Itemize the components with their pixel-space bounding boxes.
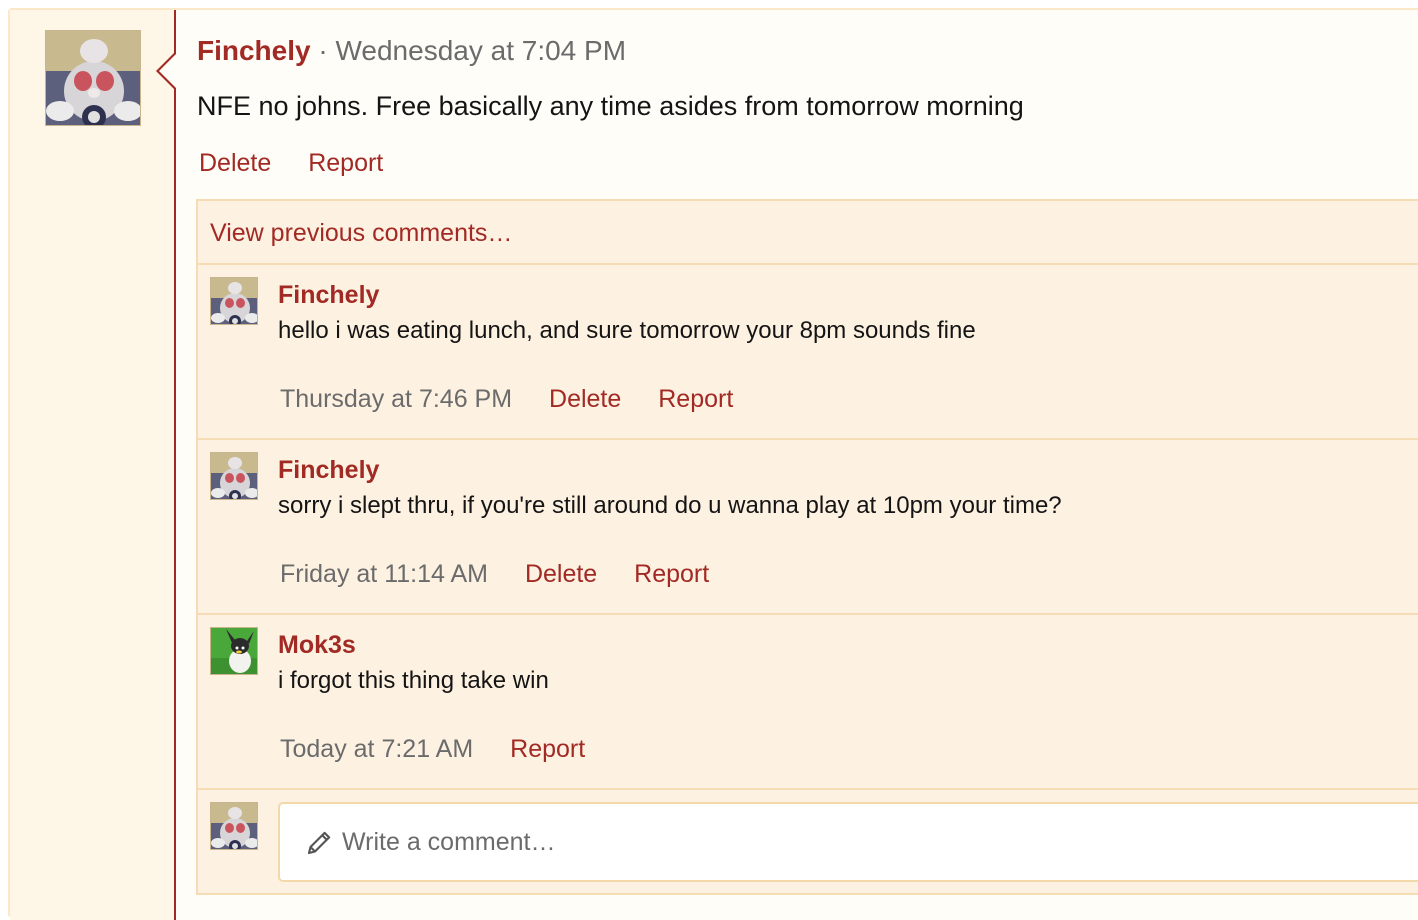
post-report-link[interactable]: Report [308, 149, 383, 177]
comment-item: Mok3s i forgot this thing take win Today… [198, 615, 1418, 790]
comment-author-link[interactable]: Mok3s [278, 629, 356, 661]
comment-delete-link[interactable]: Delete [525, 560, 597, 588]
reply-row: Write a comment… [198, 790, 1418, 895]
comment-avatar[interactable] [210, 627, 258, 675]
comment-item: Finchely hello i was eating lunch, and s… [198, 265, 1418, 440]
post-delete-link[interactable]: Delete [199, 149, 271, 177]
comment-text: sorry i slept thru, if you're still arou… [278, 492, 1062, 519]
post-author-link[interactable]: Finchely [197, 35, 311, 66]
comment-meta: Today at 7:21 AM Report [280, 733, 615, 765]
write-comment-placeholder: Write a comment… [342, 828, 556, 856]
write-comment-input[interactable]: Write a comment… [278, 802, 1418, 882]
comment-text: hello i was eating lunch, and sure tomor… [278, 317, 976, 344]
finchely-avatar-image [211, 453, 257, 499]
comment-meta: Friday at 11:14 AM Delete Report [280, 558, 739, 590]
comment-report-link[interactable]: Report [510, 735, 585, 763]
comment-avatar[interactable] [210, 277, 258, 325]
comment-author-link[interactable]: Finchely [278, 279, 379, 311]
post-timestamp[interactable]: Wednesday at 7:04 PM [335, 35, 626, 66]
message-user-column [10, 10, 174, 920]
comment-delete-link[interactable]: Delete [549, 385, 621, 413]
post-separator: · [318, 35, 328, 66]
pencil-icon [307, 831, 331, 855]
view-previous-comments-link[interactable]: View previous comments… [210, 217, 512, 249]
comment-meta: Thursday at 7:46 PM Delete Report [280, 383, 763, 415]
mok3s-avatar-image [211, 628, 257, 674]
post-header: Finchely · Wednesday at 7:04 PM [197, 33, 626, 69]
post-author-avatar[interactable] [45, 30, 141, 126]
comment-report-link[interactable]: Report [658, 385, 733, 413]
finchely-avatar-image [211, 278, 257, 324]
comment-timestamp[interactable]: Today at 7:21 AM [280, 735, 473, 763]
comment-text: i forgot this thing take win [278, 667, 549, 694]
post-body: NFE no johns. Free basically any time as… [197, 91, 1024, 121]
finchely-avatar-image [46, 31, 140, 125]
current-user-avatar [210, 802, 258, 850]
comment-report-link[interactable]: Report [634, 560, 709, 588]
comment-avatar[interactable] [210, 452, 258, 500]
view-previous-row: View previous comments… [198, 201, 1418, 265]
comment-timestamp[interactable]: Thursday at 7:46 PM [280, 385, 512, 413]
finchely-avatar-image [211, 803, 257, 849]
comment-author-link[interactable]: Finchely [278, 454, 379, 486]
post-actions: Delete Report [199, 147, 413, 179]
comment-timestamp[interactable]: Friday at 11:14 AM [280, 560, 488, 588]
comment-item: Finchely sorry i slept thru, if you're s… [198, 440, 1418, 615]
comments-panel: View previous comments… Finchely hello i… [196, 199, 1418, 895]
